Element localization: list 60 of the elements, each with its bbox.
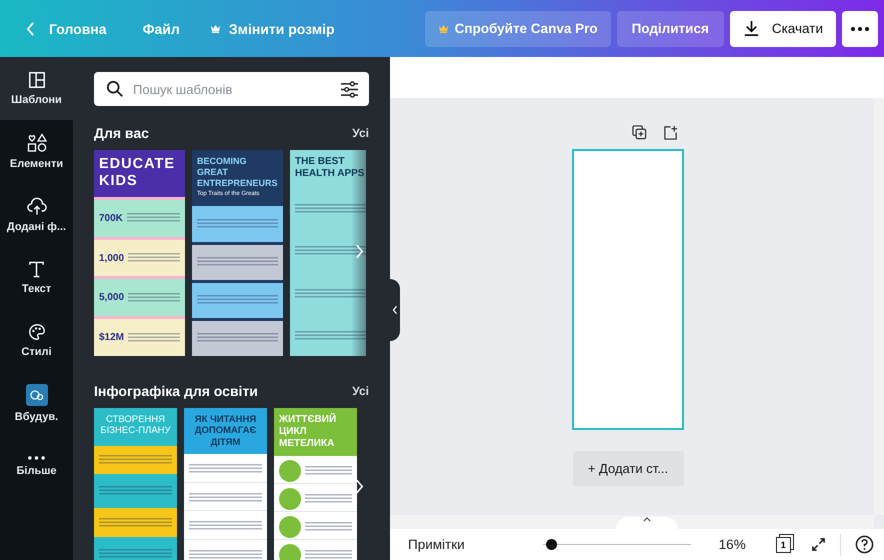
rail-tab[interactable]: Більше	[0, 435, 73, 498]
help-icon[interactable]	[854, 535, 874, 554]
zoom-percentage: 16%	[718, 537, 746, 552]
template-title: THE BEST HEALTH APPS	[295, 156, 366, 180]
see-all-link[interactable]: Усі	[352, 126, 369, 140]
template-thumbnail[interactable]: EDUCATE KIDS 700K 1,000 5,000 $12M	[94, 150, 185, 356]
try-pro-button[interactable]: Спробуйте Canva Pro	[424, 10, 611, 46]
palette-icon	[28, 323, 46, 341]
circle-illustration-icon	[279, 460, 301, 482]
rail-tab[interactable]: Додані ф...	[0, 183, 73, 246]
template-figure: 700K	[99, 212, 123, 224]
circle-illustration-icon	[279, 544, 301, 560]
notes-button[interactable]: Примітки	[408, 537, 465, 552]
shapes-icon	[26, 133, 46, 153]
template-figure: 5,000	[99, 292, 124, 304]
share-button[interactable]: Поділитися	[616, 10, 724, 46]
embed-app-icon	[26, 384, 48, 406]
collapse-panel-handle[interactable]	[390, 279, 400, 341]
page-count-button[interactable]: 1	[776, 536, 791, 552]
circle-illustration-icon	[279, 516, 301, 538]
add-page-button[interactable]: + Додати ст...	[572, 451, 684, 486]
template-figure: 1,000	[99, 252, 124, 264]
duplicate-page-icon[interactable]	[632, 125, 646, 140]
rail-tab[interactable]: Шаблони	[0, 57, 73, 120]
filter-icon	[340, 80, 359, 98]
template-thumbnail[interactable]: THE BEST HEALTH APPS	[290, 150, 366, 356]
template-figure: $12M	[99, 332, 124, 344]
section-title: Для вас	[94, 125, 149, 141]
more-options-button[interactable]	[842, 10, 878, 46]
download-button[interactable]: Скачати	[730, 10, 836, 46]
more-icon	[28, 456, 45, 460]
cloud-upload-icon	[26, 196, 46, 216]
section-title: Інфографіка для освіти	[94, 383, 258, 399]
rail-tab[interactable]: Елементи	[0, 120, 73, 183]
template-title: BECOMING GREAT ENTREPRENEURS	[197, 156, 278, 188]
rail-tab[interactable]: Вбудув.	[0, 372, 73, 435]
see-all-link[interactable]: Усі	[352, 384, 369, 398]
add-page-icon[interactable]	[662, 125, 678, 140]
crown-icon	[438, 24, 449, 33]
slider-thumb[interactable]	[546, 539, 557, 550]
search-icon	[106, 80, 124, 98]
template-title: ЯК ЧИТАННЯ ДОПОМАГАЄ ДІТЯМ	[194, 414, 258, 448]
crown-icon	[210, 24, 221, 33]
template-title: СТВОРЕННЯ БІЗНЕС-ПЛАНУ	[99, 414, 172, 437]
template-thumbnail[interactable]: ЯК ЧИТАННЯ ДОПОМАГАЄ ДІТЯМ	[184, 408, 267, 560]
caret-up-icon	[643, 517, 651, 522]
template-title: ЖИТТЄВИЙ ЦИКЛ МЕТЕЛИКА	[279, 414, 338, 450]
back-chevron-icon	[26, 22, 35, 36]
more-icon	[851, 26, 869, 30]
rail-tab[interactable]: Стилі	[0, 309, 73, 372]
horizontal-scrollbar[interactable]	[390, 515, 874, 529]
download-icon	[742, 20, 760, 37]
fullscreen-icon[interactable]	[810, 537, 826, 552]
template-title: EDUCATE KIDS	[99, 156, 176, 191]
circle-illustration-icon	[279, 488, 301, 510]
collapse-chevron-icon	[392, 305, 398, 315]
layout-icon	[28, 71, 46, 89]
search-bar[interactable]: Пошук шаблонів	[94, 72, 369, 106]
rail-tab[interactable]: Текст	[0, 246, 73, 309]
text-icon	[28, 260, 45, 278]
